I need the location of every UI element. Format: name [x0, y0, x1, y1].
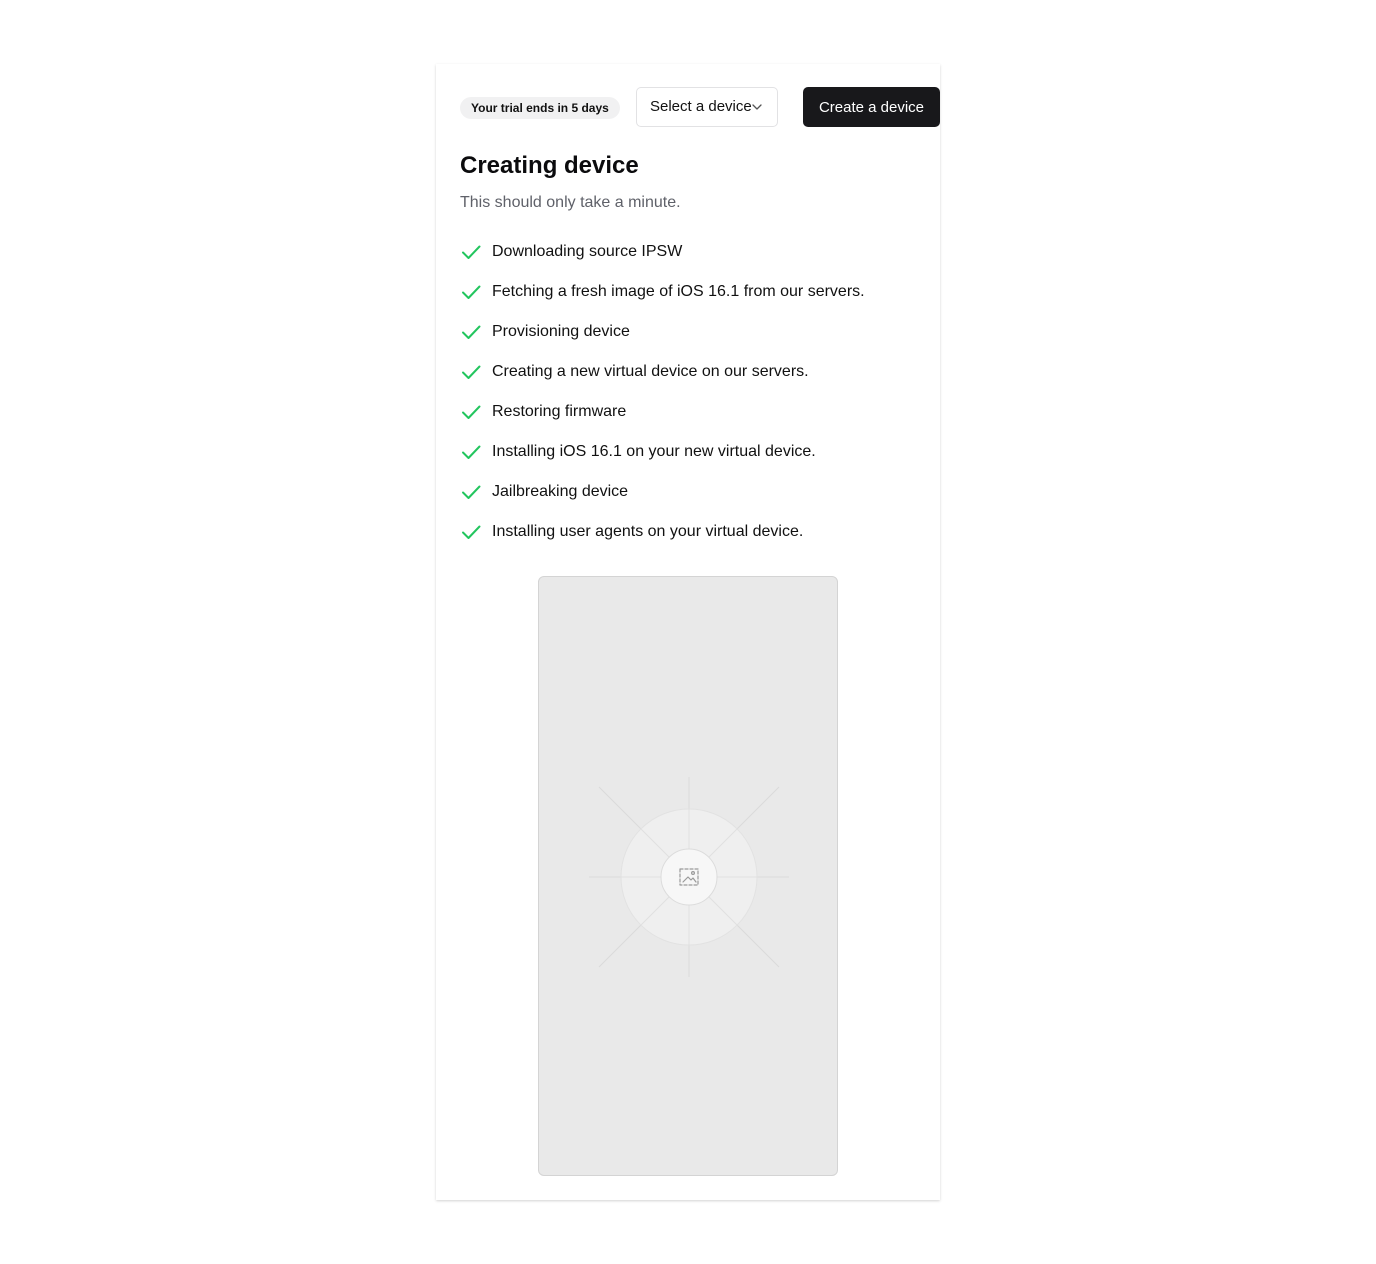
progress-step: Creating a new virtual device on our ser…	[460, 360, 916, 400]
progress-step: Fetching a fresh image of iOS 16.1 from …	[460, 280, 916, 320]
check-icon	[462, 325, 481, 339]
chevron-down-icon	[752, 104, 762, 110]
page-title: Creating device	[460, 152, 639, 179]
progress-step-label: Creating a new virtual device on our ser…	[492, 363, 809, 380]
device-screen-preview	[538, 576, 838, 1176]
check-icon	[462, 485, 481, 499]
top-toolbar: Your trial ends in 5 days Select a devic…	[460, 87, 940, 129]
progress-step-label: Installing iOS 16.1 on your new virtual …	[492, 443, 816, 460]
progress-step-label: Restoring firmware	[492, 403, 627, 420]
create-device-button[interactable]: Create a device	[803, 87, 940, 127]
device-select[interactable]: Select a device	[636, 87, 778, 127]
check-icon	[462, 525, 481, 539]
check-icon	[462, 445, 481, 459]
image-placeholder-icon	[589, 777, 789, 977]
progress-step: Restoring firmware	[460, 400, 916, 440]
progress-step: Jailbreaking device	[460, 480, 916, 520]
progress-step-label: Jailbreaking device	[492, 483, 629, 500]
create-device-card: Your trial ends in 5 days Select a devic…	[436, 64, 940, 1200]
trial-badge: Your trial ends in 5 days	[460, 97, 620, 119]
progress-step-label: Fetching a fresh image of iOS 16.1 from …	[492, 283, 865, 300]
page-subtitle: This should only take a minute.	[460, 194, 681, 211]
device-select-value: Select a device	[650, 98, 752, 115]
check-icon	[462, 245, 481, 259]
progress-step-label: Downloading source IPSW	[492, 243, 683, 260]
progress-step-label: Installing user agents on your virtual d…	[492, 523, 804, 540]
progress-step: Downloading source IPSW	[460, 240, 916, 280]
check-icon	[462, 365, 481, 379]
check-icon	[462, 405, 481, 419]
progress-step: Installing user agents on your virtual d…	[460, 520, 916, 560]
progress-step: Installing iOS 16.1 on your new virtual …	[460, 440, 916, 480]
progress-step: Provisioning device	[460, 320, 916, 360]
progress-step-label: Provisioning device	[492, 323, 630, 340]
progress-steps-list: Downloading source IPSW Fetching a fresh…	[460, 240, 916, 560]
check-icon	[462, 285, 481, 299]
